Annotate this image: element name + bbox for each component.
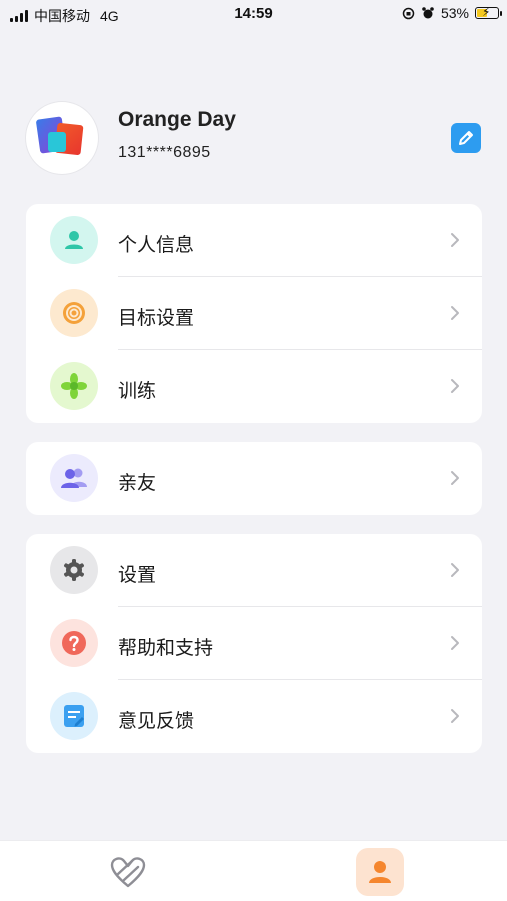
profile-phone: 131****6895 <box>118 144 211 161</box>
pencil-icon <box>459 131 473 145</box>
menu-item-feedback[interactable]: 意见反馈 <box>26 680 482 753</box>
tab-bar <box>0 840 507 901</box>
heart-outline-icon <box>110 857 146 888</box>
avatar[interactable] <box>26 102 98 174</box>
person-icon <box>50 216 98 264</box>
chevron-right-icon <box>451 709 459 723</box>
menu-group-profile: 个人信息 目标设置 训练 <box>26 204 482 423</box>
menu-label: 目标设置 <box>118 308 195 329</box>
avatar-card-cyan <box>48 132 66 152</box>
menu-item-friends[interactable]: 亲友 <box>26 442 482 515</box>
menu-group-settings: 设置 帮助和支持 意见反馈 <box>26 534 482 753</box>
feedback-icon <box>50 692 98 740</box>
alarm-icon <box>422 7 434 19</box>
menu-label: 帮助和支持 <box>118 638 214 659</box>
chevron-right-icon <box>451 471 459 485</box>
battery-percent: 53% <box>440 5 469 21</box>
menu-group-friends: 亲友 <box>26 442 482 515</box>
menu-item-personal-info[interactable]: 个人信息 <box>26 204 482 277</box>
chevron-right-icon <box>451 563 459 577</box>
orientation-lock-icon <box>402 7 415 19</box>
menu-label: 训练 <box>118 381 157 402</box>
chevron-right-icon <box>451 379 459 393</box>
profile-name: Orange Day <box>118 108 236 131</box>
chevron-right-icon <box>451 306 459 320</box>
menu-item-help-support[interactable]: 帮助和支持 <box>26 607 482 680</box>
menu-label: 个人信息 <box>118 235 195 256</box>
edit-profile-button[interactable] <box>451 123 481 153</box>
profile-header: Orange Day 131****6895 <box>26 102 481 174</box>
battery-icon: ⚡ <box>475 5 502 19</box>
tab-home[interactable] <box>104 848 152 896</box>
target-icon <box>50 289 98 337</box>
flower-icon <box>50 362 98 410</box>
question-icon <box>50 619 98 667</box>
gear-icon <box>50 546 98 594</box>
menu-label: 意见反馈 <box>118 711 195 732</box>
menu-item-training[interactable]: 训练 <box>26 350 482 423</box>
tab-profile[interactable] <box>356 848 404 896</box>
status-right: 53% ⚡ <box>402 5 502 21</box>
charging-bolt-icon: ⚡ <box>482 5 491 19</box>
chevron-right-icon <box>451 636 459 650</box>
menu-item-goal-settings[interactable]: 目标设置 <box>26 277 482 350</box>
person-icon <box>369 861 391 883</box>
chevron-right-icon <box>451 233 459 247</box>
menu-label: 亲友 <box>118 473 157 494</box>
status-bar: 中国移动 4G 14:59 53% ⚡ <box>0 0 507 28</box>
menu-item-settings[interactable]: 设置 <box>26 534 482 607</box>
group-icon <box>50 454 98 502</box>
menu-label: 设置 <box>118 565 157 586</box>
